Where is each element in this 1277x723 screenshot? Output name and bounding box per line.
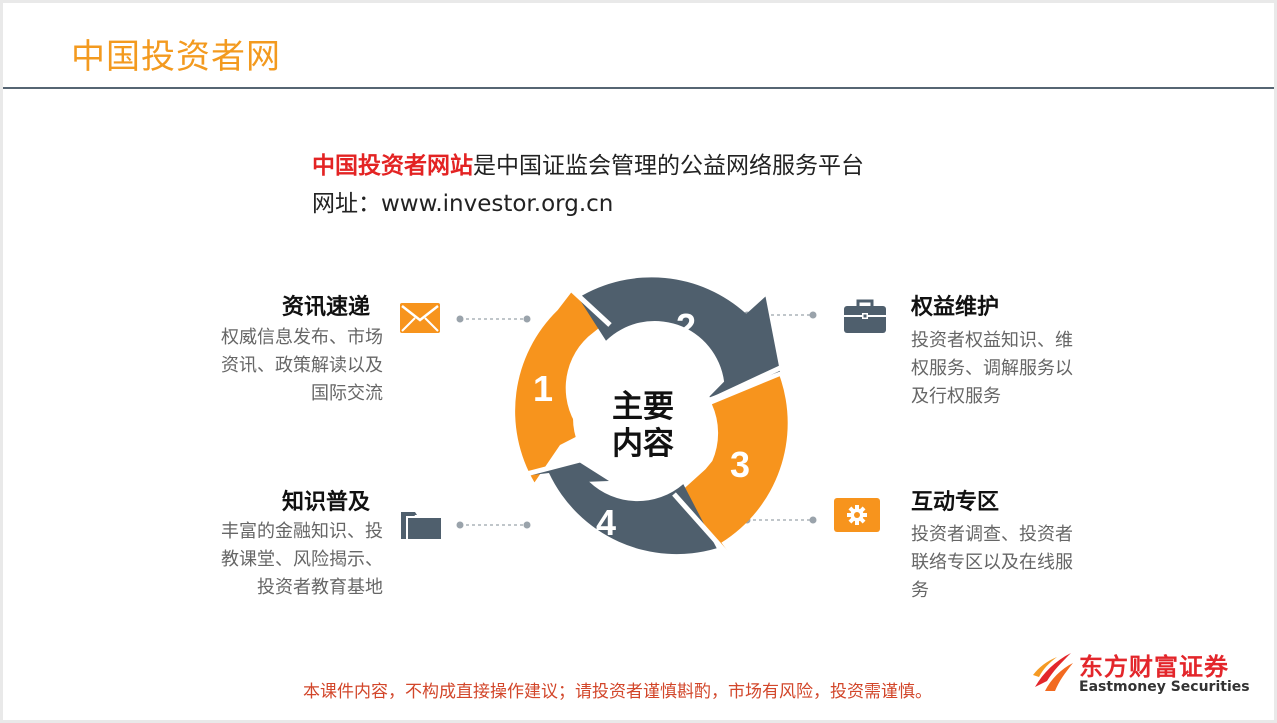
item-title-interaction: 互动专区	[911, 490, 1000, 515]
item-desc-line: 丰富的金融知识、投	[221, 521, 383, 542]
item-desc-line: 资讯、政策解读以及	[221, 355, 383, 376]
item-desc-line: 务	[911, 580, 929, 601]
logo-text-cn: 东方财富证券	[1079, 653, 1229, 681]
step-label-1: 1	[533, 368, 553, 409]
folder-icon	[401, 512, 441, 539]
item-title-rights: 权益维护	[911, 295, 1000, 320]
item-desc-interaction: 投资者调查、投资者 联络专区以及在线服 务	[911, 521, 1111, 605]
item-desc-line: 及行权服务	[911, 386, 1001, 407]
item-desc-line: 投资者权益知识、维	[911, 330, 1073, 351]
item-desc-line: 教课堂、风险揭示、	[221, 549, 383, 570]
step-label-2: 2	[676, 306, 696, 347]
center-label-line1: 主要	[612, 389, 674, 425]
item-desc-line: 联络专区以及在线服	[911, 552, 1073, 573]
step-label-3: 3	[730, 444, 750, 485]
item-desc-line: 投资者调查、投资者	[911, 524, 1073, 545]
item-desc-knowledge: 丰富的金融知识、投 教课堂、风险揭示、 投资者教育基地	[183, 518, 383, 602]
item-desc-news: 权威信息发布、市场 资讯、政策解读以及 国际交流	[183, 324, 383, 408]
item-title-news: 资讯速递	[282, 295, 371, 320]
item-title-knowledge: 知识普及	[282, 490, 371, 515]
logo-text-en: Eastmoney Securities	[1079, 679, 1250, 695]
step-label-4: 4	[596, 502, 616, 543]
center-label-line2: 内容	[612, 426, 674, 462]
item-desc-line: 权服务、调解服务以	[911, 358, 1073, 379]
briefcase-icon	[844, 299, 886, 333]
item-desc-line: 权威信息发布、市场	[221, 327, 383, 348]
eastmoney-logo-mark	[1033, 653, 1073, 691]
gear-icon	[834, 498, 880, 532]
item-desc-rights: 投资者权益知识、维 权服务、调解服务以 及行权服务	[911, 327, 1111, 411]
disclaimer-text: 本课件内容，不构成直接操作建议；请投资者谨慎斟酌，市场有风险，投资需谨慎。	[303, 682, 932, 702]
envelope-icon	[400, 303, 440, 333]
slide: 中国投资者网 中国投资者网站是中国证监会管理的公益网络服务平台 网址：www.i…	[3, 3, 1274, 720]
item-desc-line: 投资者教育基地	[257, 577, 383, 598]
item-desc-line: 国际交流	[311, 383, 383, 404]
